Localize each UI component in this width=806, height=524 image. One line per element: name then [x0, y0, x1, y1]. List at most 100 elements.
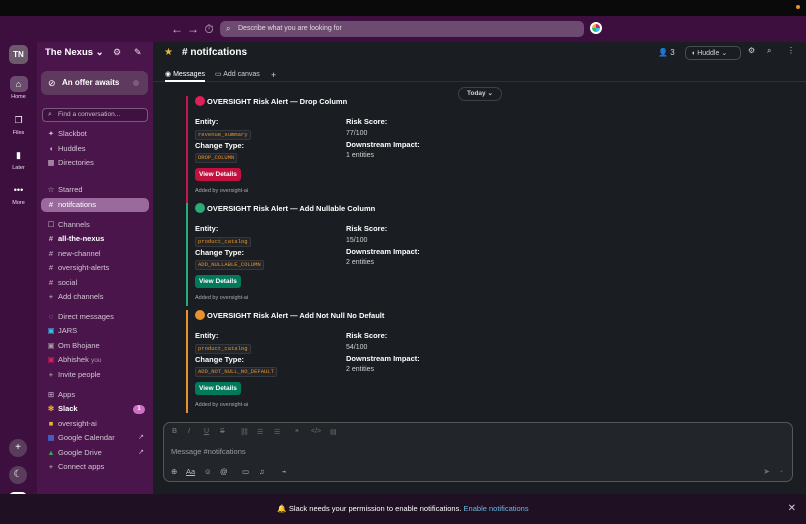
- rail-files[interactable]: ❐ Files: [0, 112, 37, 136]
- sidebar-item-social[interactable]: # social: [41, 276, 149, 290]
- change-type-value: DROP_COLUMN: [195, 153, 238, 163]
- rail-later[interactable]: ▮ Later: [0, 147, 37, 171]
- section-starred[interactable]: ☆ Starred: [41, 183, 149, 197]
- sidebar-item-label: Invite people: [58, 370, 101, 379]
- section-direct-messages[interactable]: ◌ Direct messages: [41, 310, 149, 324]
- entity-value: product_catalog: [195, 343, 251, 354]
- bold-icon[interactable]: B: [172, 428, 177, 435]
- sidebar-item-oversight-alerts[interactable]: # oversight-alerts: [41, 261, 149, 275]
- change-type-value: ADD_NULLABLE_COLUMN: [195, 260, 264, 270]
- send-icon[interactable]: ➤: [763, 467, 770, 476]
- settings-icon[interactable]: ⚙: [113, 47, 121, 58]
- numbered-list-icon[interactable]: ☰: [257, 428, 263, 436]
- tab-add-canvas[interactable]: ▭ Add canvas: [215, 69, 260, 82]
- external-link-icon: ↗: [138, 449, 144, 456]
- shortcuts-icon[interactable]: ⌁: [282, 467, 287, 476]
- sidebar-item-slack[interactable]: ✻ Slack 1: [41, 402, 149, 416]
- sidebar-item-slackbot[interactable]: ✦ Slackbot: [41, 127, 149, 141]
- underline-icon[interactable]: U: [204, 428, 209, 435]
- view-details-button[interactable]: View Details: [195, 168, 241, 181]
- link-icon[interactable]: ⛓: [240, 428, 249, 436]
- add-workspace-button[interactable]: +: [9, 439, 27, 457]
- sidebar-item-directories[interactable]: ▦ Directories: [41, 156, 149, 170]
- theme-icon[interactable]: ☾: [9, 466, 27, 484]
- italic-icon[interactable]: I: [188, 428, 190, 435]
- sidebar-item-oversight-ai[interactable]: ■ oversight-ai: [41, 417, 149, 431]
- invite-people-button[interactable]: + Invite people: [41, 368, 149, 382]
- history-button[interactable]: ⏱: [202, 22, 216, 36]
- files-icon: ❐: [14, 115, 23, 125]
- view-details-button[interactable]: View Details: [195, 275, 241, 288]
- search-icon[interactable]: ⌕: [767, 46, 771, 56]
- offer-dot: [133, 80, 139, 86]
- sidebar-item-abhishek[interactable]: ▣ Abhishek you: [41, 353, 149, 367]
- offer-label: An offer awaits: [62, 78, 120, 87]
- avatar: ▣: [47, 326, 55, 335]
- sidebar-item-notifcations[interactable]: # notifcations: [41, 198, 149, 212]
- tab-label: Add canvas: [223, 71, 260, 78]
- video-icon[interactable]: ▭: [242, 467, 249, 476]
- view-details-button[interactable]: View Details: [195, 382, 241, 395]
- mention-icon[interactable]: @: [220, 467, 228, 476]
- workspace-name[interactable]: The Nexus ⌄: [45, 47, 104, 58]
- rail-more-label: More: [12, 200, 25, 206]
- code-block-icon[interactable]: ▤: [330, 428, 337, 436]
- quote-icon[interactable]: ❝: [295, 428, 299, 436]
- add-tab-button[interactable]: +: [271, 69, 276, 82]
- dm-icon: ◌: [48, 312, 54, 321]
- bullet-list-icon[interactable]: ☰: [274, 428, 280, 436]
- enable-notifications-link[interactable]: Enable notifications: [464, 504, 529, 513]
- message-input[interactable]: Message #notifcations: [171, 447, 246, 456]
- banner-text: Slack needs your permission to enable no…: [288, 504, 462, 513]
- notifications-icon[interactable]: ⚙: [748, 46, 755, 55]
- window-status-dot: [796, 5, 800, 9]
- code-icon[interactable]: </>: [311, 428, 321, 435]
- sidebar-item-om-bhojane[interactable]: ▣ Om Bhojane: [41, 339, 149, 353]
- find-conversation-input[interactable]: ⌕ Find a conversation...: [42, 108, 148, 122]
- workspace-switcher[interactable]: TN: [9, 45, 28, 64]
- section-channels[interactable]: ☐ Channels: [41, 218, 149, 232]
- microphone-icon[interactable]: ♫: [259, 467, 265, 476]
- channels-icon: ☐: [47, 220, 55, 229]
- attach-icon[interactable]: ⊕: [171, 467, 177, 476]
- plus-icon: +: [48, 462, 54, 471]
- strikethrough-icon[interactable]: S: [220, 428, 225, 435]
- sidebar-item-google-calendar[interactable]: ▦ Google Calendar ↗: [41, 431, 149, 445]
- search-bar[interactable]: ⌕ Describe what you are looking for: [220, 21, 584, 37]
- chevron-down-icon[interactable]: ⌄: [779, 467, 784, 474]
- emoji-icon[interactable]: ☺: [204, 467, 212, 476]
- sidebar-item-label: all-the-nexus: [58, 234, 105, 243]
- section-label: Direct messages: [58, 312, 114, 321]
- rail-later-label: Later: [12, 165, 25, 171]
- formatting-icon[interactable]: Aa: [186, 467, 195, 476]
- kebab-menu-icon[interactable]: ⋮: [787, 46, 795, 55]
- section-label: Apps: [58, 390, 76, 399]
- huddle-button[interactable]: ◖ Huddle ⌄: [685, 46, 741, 60]
- tab-messages[interactable]: ◉ Messages: [165, 69, 205, 82]
- message-composer[interactable]: B I U S ⛓ ☰ ☰ ❝ </> ▤ Message #notifcati…: [163, 422, 793, 482]
- connect-apps-button[interactable]: + Connect apps: [41, 460, 149, 474]
- section-apps[interactable]: ⊞ Apps: [41, 388, 149, 402]
- help-icon[interactable]: [590, 22, 602, 34]
- sidebar-item-jars[interactable]: ▣ JARS: [41, 324, 149, 338]
- members-button[interactable]: 👤 3: [658, 46, 684, 60]
- button-wrap: View Details: [195, 382, 245, 395]
- close-icon[interactable]: ✕: [788, 494, 796, 524]
- sidebar-item-all-the-nexus[interactable]: # all-the-nexus: [41, 232, 149, 246]
- sidebar-item-google-drive[interactable]: ▲ Google Drive ↗: [41, 446, 149, 460]
- back-button[interactable]: ←: [170, 22, 184, 36]
- app-icon: ■: [48, 419, 54, 428]
- compose-icon[interactable]: ✎: [134, 47, 142, 58]
- rail-more[interactable]: ••• More: [0, 182, 37, 206]
- channel-title[interactable]: # notifcations: [182, 47, 247, 58]
- alert-title-text: OVERSIGHT Risk Alert — Add Nullable Colu…: [207, 204, 376, 213]
- offer-banner[interactable]: ⊘ An offer awaits: [41, 71, 148, 95]
- sidebar-item-huddles[interactable]: ◖ Huddles: [41, 142, 149, 156]
- star-icon[interactable]: ★: [164, 47, 173, 58]
- rail-home[interactable]: ⌂ Home: [0, 76, 37, 100]
- drive-icon: ▲: [47, 448, 55, 457]
- unread-badge: 1: [133, 405, 145, 414]
- add-channels-button[interactable]: + Add channels: [41, 290, 149, 304]
- forward-button[interactable]: →: [186, 22, 200, 36]
- sidebar-item-new-channel[interactable]: # new-channel: [41, 247, 149, 261]
